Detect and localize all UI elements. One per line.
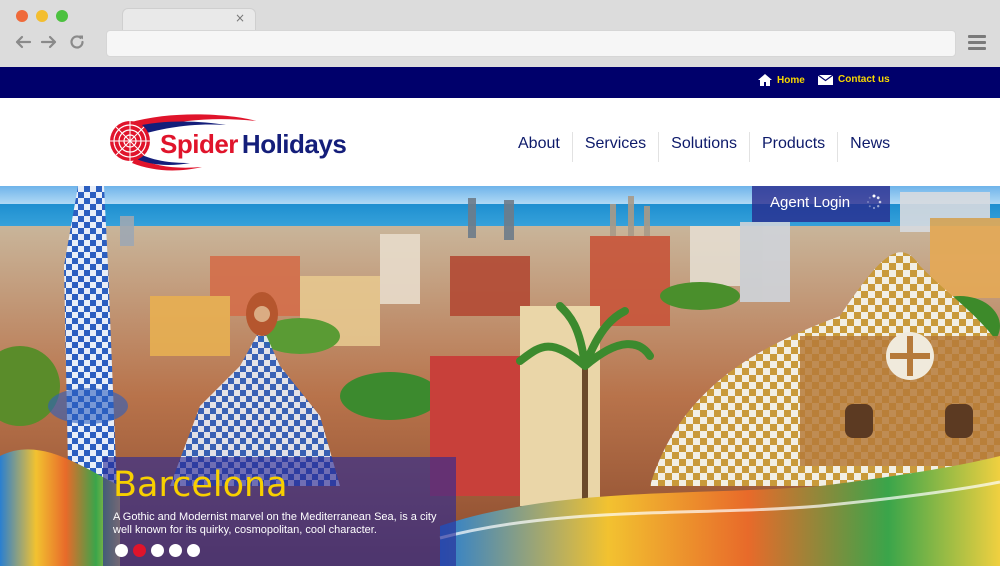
envelope-icon bbox=[818, 74, 833, 85]
back-arrow-icon[interactable] bbox=[14, 33, 32, 51]
slider-dots bbox=[115, 544, 205, 557]
agent-login-label: Agent Login bbox=[770, 194, 851, 211]
slide-dot[interactable] bbox=[115, 544, 128, 557]
slide-dot[interactable] bbox=[151, 544, 164, 557]
hero-slider: Agent Login Barcelona A Gothic and Moder… bbox=[0, 186, 1000, 566]
logo-wordmark: Spider Holidays bbox=[160, 129, 347, 160]
home-icon bbox=[758, 74, 772, 86]
slide-dot[interactable] bbox=[169, 544, 182, 557]
spinner-icon bbox=[867, 194, 882, 210]
slide-title: Barcelona bbox=[113, 465, 288, 505]
minimize-window-button[interactable] bbox=[36, 10, 48, 22]
tab-close-icon[interactable]: × bbox=[235, 11, 245, 25]
logo-word-holidays: Holidays bbox=[241, 129, 347, 159]
nav-item-solutions[interactable]: Solutions bbox=[659, 132, 750, 162]
site-header: Spider Holidays About Services Solutions … bbox=[0, 98, 1000, 186]
address-bar[interactable] bbox=[106, 30, 956, 57]
browser-tab[interactable]: × bbox=[122, 8, 256, 30]
main-navigation: About Services Solutions Products News bbox=[506, 132, 902, 162]
nav-item-about[interactable]: About bbox=[506, 132, 573, 162]
slide-dot[interactable] bbox=[187, 544, 200, 557]
slide-caption: Barcelona A Gothic and Modernist marvel … bbox=[103, 457, 456, 566]
home-link-label: Home bbox=[777, 74, 805, 86]
reload-icon[interactable] bbox=[68, 33, 86, 51]
spider-holidays-logo[interactable]: Spider Holidays bbox=[106, 111, 356, 173]
agent-login-button[interactable]: Agent Login bbox=[752, 186, 890, 222]
browser-menu-icon[interactable] bbox=[968, 35, 986, 51]
maximize-window-button[interactable] bbox=[56, 10, 68, 22]
home-link[interactable]: Home bbox=[758, 74, 805, 86]
contact-link[interactable]: Contact us bbox=[818, 74, 890, 85]
contact-link-label: Contact us bbox=[838, 74, 890, 85]
nav-item-news[interactable]: News bbox=[838, 132, 902, 162]
logo-word-spider: Spider bbox=[160, 129, 238, 159]
utility-bar: Home Contact us bbox=[0, 67, 1000, 98]
nav-item-services[interactable]: Services bbox=[573, 132, 660, 162]
forward-arrow-icon[interactable] bbox=[40, 33, 58, 51]
slide-dot-active[interactable] bbox=[133, 544, 146, 557]
browser-chrome: × bbox=[0, 0, 1000, 67]
close-window-button[interactable] bbox=[16, 10, 28, 22]
slide-description: A Gothic and Modernist marvel on the Med… bbox=[113, 511, 437, 536]
nav-item-products[interactable]: Products bbox=[750, 132, 839, 162]
